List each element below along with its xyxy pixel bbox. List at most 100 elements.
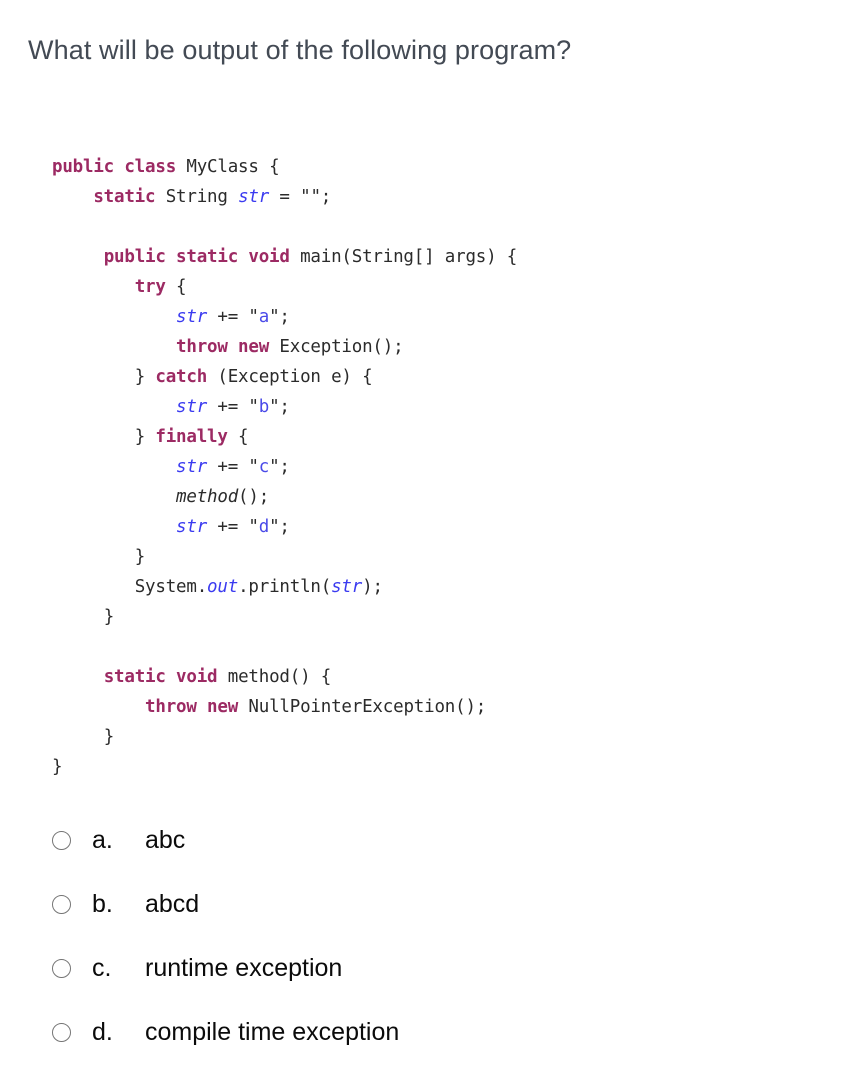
code-token: ; xyxy=(279,396,290,417)
code-token: main(String[] args) { xyxy=(300,246,518,267)
code-token: " xyxy=(269,516,280,537)
code-token: ; xyxy=(279,456,290,477)
answer-option-a[interactable]: a. abc xyxy=(44,808,824,872)
code-line: public class MyClass { xyxy=(52,152,822,182)
code-token: str xyxy=(238,186,270,207)
code-token: ); xyxy=(362,576,383,597)
code-token: } xyxy=(52,756,63,777)
code-token: public static void xyxy=(103,246,290,267)
code-line: System.out.println(str); xyxy=(52,572,822,602)
code-line: str += "c"; xyxy=(52,452,822,482)
code-token: str xyxy=(331,576,363,597)
code-token: throw new xyxy=(176,336,270,357)
radio-button-icon[interactable] xyxy=(52,894,71,914)
code-token: ; xyxy=(279,306,290,327)
code-line: } xyxy=(52,752,822,782)
code-line: try { xyxy=(52,272,822,302)
code-token: d xyxy=(258,516,270,537)
code-token: public class xyxy=(52,156,177,177)
code-token: += xyxy=(207,456,249,477)
code-token: { xyxy=(227,426,249,447)
code-token: out xyxy=(207,576,239,597)
code-token: str xyxy=(176,456,208,477)
code-line: str += "d"; xyxy=(52,512,822,542)
answer-option-b[interactable]: b. abcd xyxy=(44,872,824,936)
radio-button-icon[interactable] xyxy=(52,830,71,850)
answer-option-c[interactable]: c. runtime exception xyxy=(44,936,824,1000)
code-token: " xyxy=(248,456,259,477)
code-token: a xyxy=(258,306,270,327)
code-token: " xyxy=(269,396,280,417)
code-token: += xyxy=(207,306,249,327)
code-token: str xyxy=(176,516,208,537)
radio-button-icon[interactable] xyxy=(52,1022,71,1042)
code-token: } xyxy=(134,426,156,447)
option-letter: c. xyxy=(92,953,112,982)
code-token: " xyxy=(248,306,259,327)
code-token: " xyxy=(300,186,311,207)
code-token: method xyxy=(176,486,239,507)
code-token: " xyxy=(269,456,280,477)
option-letter: d. xyxy=(92,1017,113,1046)
code-token: catch xyxy=(155,366,208,387)
code-line: static void method() { xyxy=(52,662,822,692)
code-token: { xyxy=(165,276,187,297)
code-line: } xyxy=(52,602,822,632)
answer-option-d[interactable]: d. compile time exception xyxy=(44,1000,824,1064)
code-token: = xyxy=(269,186,301,207)
code-line: str += "a"; xyxy=(52,302,822,332)
code-line: static String str = ""; xyxy=(52,182,822,212)
code-token: } xyxy=(103,606,115,627)
code-line: throw new Exception(); xyxy=(52,332,822,362)
code-token: " xyxy=(248,396,259,417)
code-token: try xyxy=(134,276,166,297)
code-token: (Exception e) { xyxy=(217,366,373,387)
code-token: b xyxy=(258,396,270,417)
code-line: } catch (Exception e) { xyxy=(52,362,822,392)
code-line: } xyxy=(52,542,822,572)
answer-options-list: a. abc b. abcd c. runtime exception d. compile … xyxy=(44,808,824,1064)
code-token: += xyxy=(207,516,249,537)
option-label: abc xyxy=(145,825,186,854)
code-line: } finally { xyxy=(52,422,822,452)
code-token: MyClass xyxy=(186,156,259,177)
code-token: " xyxy=(269,306,280,327)
code-token: static xyxy=(93,186,156,207)
code-token: } xyxy=(103,726,115,747)
code-line: public static void main(String[] args) { xyxy=(52,242,822,272)
code-token: str xyxy=(176,306,208,327)
code-token: } xyxy=(134,366,156,387)
code-token: (); xyxy=(238,486,270,507)
option-letter: b. xyxy=(92,889,113,918)
code-token: { xyxy=(258,156,280,177)
code-token: ; xyxy=(279,516,290,537)
code-token: " xyxy=(310,186,321,207)
code-token: .println( xyxy=(238,576,332,597)
code-line: throw new NullPointerException(); xyxy=(52,692,822,722)
code-token: " xyxy=(248,516,259,537)
code-token: throw new xyxy=(145,696,239,717)
code-token: System. xyxy=(134,576,208,597)
code-line: method(); xyxy=(52,482,822,512)
code-token: ; xyxy=(320,186,332,207)
option-label: runtime exception xyxy=(145,953,343,982)
code-line: } xyxy=(52,722,822,752)
option-label: abcd xyxy=(145,889,200,918)
code-line: str += "b"; xyxy=(52,392,822,422)
code-token: NullPointerException(); xyxy=(248,696,487,717)
code-token: method() { xyxy=(227,666,332,687)
code-snippet: public class MyClass { static String str… xyxy=(52,152,822,782)
page-title: What will be output of the following pro… xyxy=(28,35,572,65)
option-label: compile time exception xyxy=(145,1017,400,1046)
radio-button-icon[interactable] xyxy=(52,958,71,978)
code-token: c xyxy=(258,456,270,477)
